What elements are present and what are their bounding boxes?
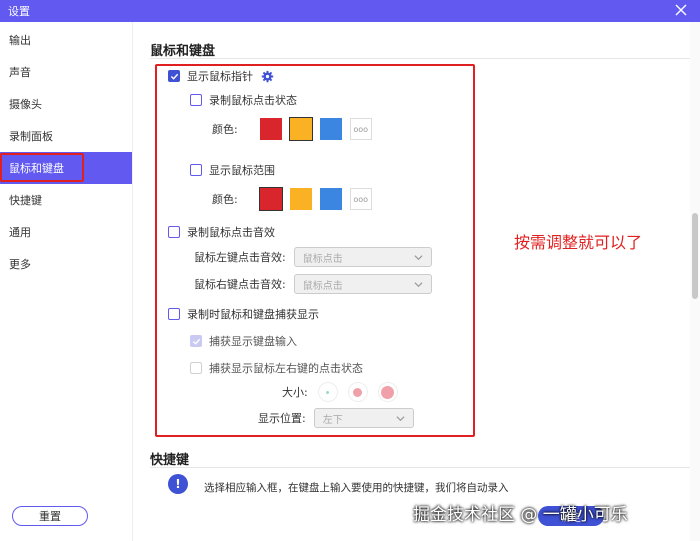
show-range-label: 显示鼠标范围 xyxy=(209,164,275,177)
click-sound-label: 录制鼠标点击音效 xyxy=(187,226,275,239)
main-content: 鼠标和键盘 显示鼠标指针 录制鼠标点击状态 颜色: ooo 显示鼠标范围 颜色: xyxy=(134,22,690,541)
chevron-down-icon xyxy=(396,416,405,422)
record-click-checkbox[interactable] xyxy=(190,94,202,106)
chevron-down-icon xyxy=(414,282,423,288)
gear-icon[interactable] xyxy=(261,70,274,83)
color-swatch-red[interactable] xyxy=(258,187,283,211)
color-swatch-yellow[interactable] xyxy=(288,117,313,141)
chevron-down-icon xyxy=(414,255,423,261)
sidebar-item-general[interactable]: 通用 xyxy=(0,216,132,248)
left-click-sound-select[interactable]: 鼠标点击 xyxy=(293,247,432,267)
capture-mouse-row: 捕获显示鼠标左右键的点击状态 xyxy=(190,360,363,376)
right-click-sound-label: 鼠标右键点击音效: xyxy=(194,278,286,291)
scrollbar-thumb[interactable] xyxy=(692,213,698,299)
sidebar-item-camera[interactable]: 摄像头 xyxy=(0,88,132,120)
capture-display-label: 录制时鼠标和键盘捕获显示 xyxy=(187,308,319,321)
right-click-sound-row: 鼠标右键点击音效: 鼠标点击 xyxy=(194,274,432,294)
show-range-color-row: 颜色: ooo xyxy=(212,187,372,211)
size-small-option[interactable] xyxy=(317,382,338,402)
capture-keyboard-label: 捕获显示键盘输入 xyxy=(209,335,297,348)
sidebar-item-output[interactable]: 输出 xyxy=(0,24,132,56)
color-more-button[interactable]: ooo xyxy=(349,118,372,140)
check-icon xyxy=(170,73,178,80)
color-label: 颜色: xyxy=(212,123,238,136)
color-label: 颜色: xyxy=(212,193,238,206)
section-title-shortcuts: 快捷键 xyxy=(150,453,190,468)
capture-display-row: 录制时鼠标和键盘捕获显示 xyxy=(168,306,319,322)
size-medium-option[interactable] xyxy=(347,382,368,402)
capture-mouse-label: 捕获显示鼠标左右键的点击状态 xyxy=(209,362,363,375)
show-range-checkbox[interactable] xyxy=(190,164,202,176)
display-position-row: 显示位置: 左下 xyxy=(258,408,414,428)
show-range-row: 显示鼠标范围 xyxy=(190,162,275,178)
color-swatch-yellow[interactable] xyxy=(289,188,312,210)
record-click-color-row: 颜色: ooo xyxy=(212,117,372,141)
section-title-mouse-keyboard: 鼠标和键盘 xyxy=(150,44,216,59)
record-click-row: 录制鼠标点击状态 xyxy=(190,92,297,108)
click-sound-row: 录制鼠标点击音效 xyxy=(168,224,275,240)
show-pointer-label: 显示鼠标指针 xyxy=(187,70,253,83)
divider xyxy=(150,467,690,468)
divider xyxy=(150,58,690,59)
reset-button[interactable]: 重置 xyxy=(12,506,88,526)
size-label: 大小: xyxy=(282,386,308,399)
sidebar-item-more[interactable]: 更多 xyxy=(0,248,132,280)
info-icon: ! xyxy=(168,474,188,494)
active-item-highlight-box xyxy=(0,153,84,182)
left-click-sound-row: 鼠标左键点击音效: 鼠标点击 xyxy=(194,247,432,267)
size-row: 大小: xyxy=(282,382,408,402)
record-click-label: 录制鼠标点击状态 xyxy=(209,94,297,107)
sidebar-item-sound[interactable]: 声音 xyxy=(0,56,132,88)
window-title: 设置 xyxy=(8,5,30,18)
capture-keyboard-checkbox[interactable] xyxy=(190,335,202,347)
annotation-text: 按需调整就可以了 xyxy=(514,233,643,252)
check-icon xyxy=(192,338,200,345)
color-swatch-blue[interactable] xyxy=(319,118,342,140)
sidebar: 输出 声音 摄像头 录制面板 鼠标和键盘 快捷键 通用 更多 xyxy=(0,22,133,541)
display-position-select[interactable]: 左下 xyxy=(313,408,414,428)
capture-keyboard-row: 捕获显示键盘输入 xyxy=(190,333,297,349)
show-pointer-checkbox[interactable] xyxy=(168,70,180,82)
sidebar-item-shortcuts[interactable]: 快捷键 xyxy=(0,184,132,216)
color-swatch-red[interactable] xyxy=(259,118,282,140)
right-click-sound-select[interactable]: 鼠标点击 xyxy=(293,274,432,294)
title-bar: 设置 xyxy=(0,0,700,22)
size-large-option[interactable] xyxy=(377,382,398,402)
capture-mouse-checkbox[interactable] xyxy=(190,362,202,374)
show-pointer-row: 显示鼠标指针 xyxy=(168,68,274,84)
display-position-label: 显示位置: xyxy=(258,412,306,425)
watermark: 掘金技术社区 @ 一罐小可乐 xyxy=(413,505,628,525)
capture-display-checkbox[interactable] xyxy=(168,308,180,320)
left-click-sound-label: 鼠标左键点击音效: xyxy=(194,251,286,264)
click-sound-checkbox[interactable] xyxy=(168,226,180,238)
close-icon[interactable] xyxy=(674,3,688,17)
color-more-button[interactable]: ooo xyxy=(349,188,372,210)
sidebar-item-record-panel[interactable]: 录制面板 xyxy=(0,120,132,152)
shortcuts-hint: 选择相应输入框，在键盘上输入要使用的快捷键，我们将自动录入 xyxy=(204,482,509,494)
color-swatch-blue[interactable] xyxy=(319,188,342,210)
